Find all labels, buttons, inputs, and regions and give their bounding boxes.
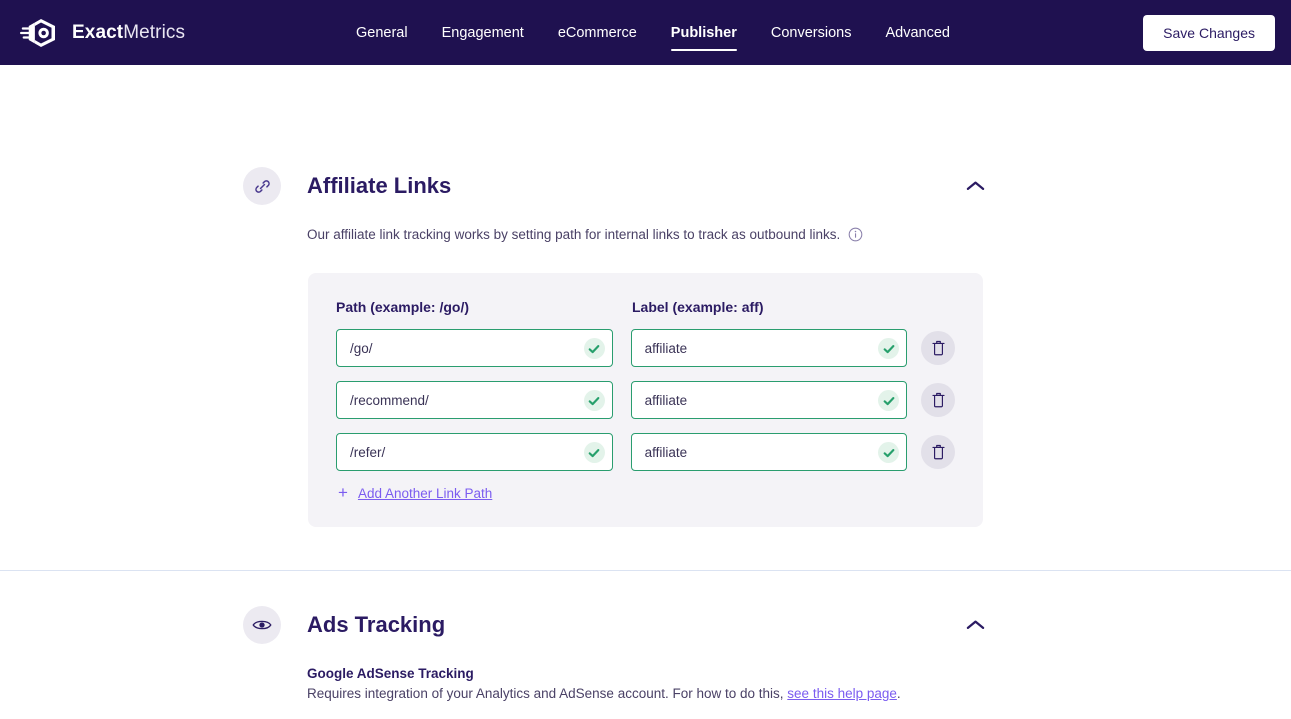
link-chain-icon bbox=[243, 167, 281, 205]
affiliate-link-row bbox=[336, 433, 956, 471]
brand-logo[interactable]: ExactMetrics bbox=[20, 16, 185, 50]
trash-icon bbox=[932, 340, 945, 356]
label-input[interactable] bbox=[630, 329, 908, 367]
chevron-up-icon bbox=[966, 620, 984, 629]
brand-name-bold: Exact bbox=[72, 21, 124, 43]
top-navigation-bar: ExactMetrics General Engagement eCommerc… bbox=[0, 0, 1291, 65]
affiliate-column-headers: Path (example: /go/) Label (example: aff… bbox=[336, 299, 955, 315]
adsense-description-period: . bbox=[896, 686, 901, 701]
path-field-wrapper bbox=[336, 329, 613, 367]
chevron-up-icon bbox=[966, 181, 984, 190]
ads-collapse-toggle[interactable] bbox=[960, 610, 990, 640]
delete-row-button[interactable] bbox=[921, 383, 956, 417]
affiliate-link-row bbox=[336, 381, 956, 419]
adsense-description-text: Requires integration of your Analytics a… bbox=[307, 686, 784, 701]
affiliate-collapse-toggle[interactable] bbox=[960, 171, 990, 201]
nav-item-ecommerce[interactable]: eCommerce bbox=[558, 4, 637, 62]
nav-item-engagement[interactable]: Engagement bbox=[442, 4, 524, 62]
column-header-path: Path (example: /go/) bbox=[336, 299, 470, 315]
ads-section-header: Ads Tracking bbox=[0, 599, 1291, 651]
plus-icon: + bbox=[338, 483, 348, 502]
nav-item-advanced[interactable]: Advanced bbox=[885, 4, 950, 62]
affiliate-link-row bbox=[336, 329, 956, 367]
adsense-description: Requires integration of your Analytics a… bbox=[307, 686, 901, 701]
path-input[interactable] bbox=[336, 433, 613, 471]
main-nav: General Engagement eCommerce Publisher C… bbox=[356, 0, 950, 65]
label-field-wrapper bbox=[630, 329, 908, 367]
affiliate-description-text: Our affiliate link tracking works by set… bbox=[307, 227, 841, 242]
info-circle-icon[interactable] bbox=[848, 227, 863, 242]
add-another-link-path-row[interactable]: + Add Another Link Path bbox=[336, 483, 955, 502]
column-header-label: Label (example: aff) bbox=[632, 299, 764, 315]
trash-icon bbox=[932, 392, 945, 408]
affiliate-description-row: Our affiliate link tracking works by set… bbox=[307, 227, 863, 242]
path-field-wrapper bbox=[336, 381, 613, 419]
brand-name: ExactMetrics bbox=[72, 22, 185, 44]
affiliate-links-panel: Path (example: /go/) Label (example: aff… bbox=[308, 273, 983, 527]
brand-name-light: Metrics bbox=[123, 21, 186, 43]
nav-item-conversions[interactable]: Conversions bbox=[771, 4, 852, 62]
path-input[interactable] bbox=[336, 381, 613, 419]
nav-item-publisher[interactable]: Publisher bbox=[670, 4, 737, 62]
trash-icon bbox=[932, 444, 945, 460]
path-input[interactable] bbox=[336, 329, 613, 367]
label-input[interactable] bbox=[630, 433, 908, 471]
adsense-subtitle: Google AdSense Tracking bbox=[307, 666, 474, 681]
label-field-wrapper bbox=[630, 381, 908, 419]
ads-tracking-title: Ads Tracking bbox=[307, 612, 446, 637]
affiliate-links-title: Affiliate Links bbox=[307, 173, 452, 198]
adsense-help-page-link[interactable]: see this help page bbox=[787, 686, 897, 701]
add-another-link-path-link[interactable]: Add Another Link Path bbox=[358, 486, 492, 501]
section-divider bbox=[0, 570, 1291, 571]
delete-row-button[interactable] bbox=[921, 435, 956, 469]
label-field-wrapper bbox=[630, 433, 908, 471]
path-valid-check-icon bbox=[583, 442, 605, 463]
path-valid-check-icon bbox=[583, 390, 605, 411]
label-input[interactable] bbox=[630, 381, 908, 419]
delete-row-button[interactable] bbox=[921, 331, 956, 365]
affiliate-section-header: Affiliate Links bbox=[0, 160, 1291, 212]
path-field-wrapper bbox=[336, 433, 613, 471]
eye-icon bbox=[243, 606, 281, 644]
nav-item-general[interactable]: General bbox=[356, 4, 408, 62]
exactmetrics-logo-icon bbox=[20, 18, 55, 47]
path-valid-check-icon bbox=[583, 338, 605, 359]
save-changes-button[interactable]: Save Changes bbox=[1143, 15, 1275, 51]
